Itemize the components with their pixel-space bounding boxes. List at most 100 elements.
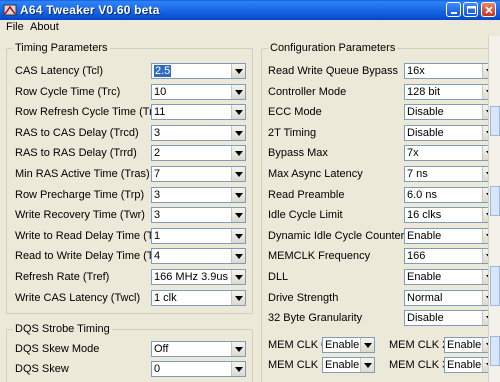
- menu-bar: File About: [0, 20, 500, 35]
- config-memclk-frequency-select[interactable]: 166: [404, 248, 497, 265]
- dropdown-button[interactable]: [231, 146, 245, 161]
- config-bypass-max-select[interactable]: 7x: [404, 145, 497, 162]
- dropdown-button[interactable]: [231, 249, 245, 264]
- dqs-dqs-skew-label: DQS Skew: [15, 363, 69, 375]
- dropdown-arrow-icon: [235, 233, 243, 239]
- config-32-byte-granularity-value: Disable: [407, 312, 444, 325]
- close-button[interactable]: [481, 2, 496, 17]
- config-bypass-max-value: 7x: [407, 147, 419, 160]
- scrollbar-thumb[interactable]: [490, 186, 500, 216]
- dropdown-button[interactable]: [231, 105, 245, 120]
- dropdown-button[interactable]: [231, 270, 245, 284]
- config-2t-timing-select[interactable]: Disable: [404, 124, 497, 141]
- mem-clk-0-select[interactable]: Enable: [322, 337, 375, 353]
- dropdown-arrow-icon: [235, 192, 243, 198]
- config-read-write-queue-bypass-select[interactable]: 16x: [404, 63, 497, 79]
- timing-write-to-read-delay-time-label: Write to Read Delay Time (Twtr): [15, 229, 172, 242]
- timing-write-recovery-time-select[interactable]: 3: [151, 207, 246, 224]
- timing-parameters-title: Timing Parameters: [13, 42, 110, 54]
- timing-write-recovery-time-label: Write Recovery Time (Twr): [15, 209, 145, 222]
- timing-row-cycle-time-select[interactable]: 10: [151, 83, 246, 100]
- config-dynamic-idle-cycle-counter-select[interactable]: Enable: [404, 227, 497, 244]
- config-32-byte-granularity-select[interactable]: Disable: [404, 310, 497, 327]
- mem-clk-1-label: MEM CLK 1: [268, 359, 328, 371]
- mem-clk-2-value: Enable: [447, 339, 482, 351]
- dropdown-button[interactable]: [231, 167, 245, 181]
- timing-cas-latency-select[interactable]: 2.5: [151, 63, 246, 79]
- dropdown-button[interactable]: [231, 84, 245, 99]
- config-dll-select[interactable]: Enable: [404, 269, 497, 285]
- scrollbar-thumb[interactable]: [490, 336, 500, 366]
- config-idle-cycle-limit-select[interactable]: 16 clks: [404, 207, 497, 224]
- dropdown-arrow-icon: [235, 347, 243, 352]
- mem-clk-1-value: Enable: [325, 359, 360, 371]
- config-2t-timing-value: Disable: [407, 126, 444, 139]
- dqs-dqs-skew-mode-label: DQS Skew Mode: [15, 343, 100, 355]
- dropdown-arrow-icon: [235, 275, 243, 280]
- dropdown-arrow-icon: [235, 69, 243, 74]
- dropdown-arrow-icon: [235, 151, 243, 157]
- config-read-preamble-select[interactable]: 6.0 ns: [404, 186, 497, 203]
- timing-row-cycle-time-label: Row Cycle Time (Trc): [15, 85, 121, 98]
- dropdown-button[interactable]: [231, 362, 245, 376]
- timing-write-recovery-time-value: 3: [154, 209, 161, 222]
- title-bar[interactable]: A64 Tweaker V0.60 beta: [0, 0, 500, 20]
- minimize-button[interactable]: [446, 2, 461, 17]
- configuration-parameters-title: Configuration Parameters: [268, 42, 398, 54]
- mem-clk-2-label: MEM CLK 2: [389, 339, 449, 351]
- dqs-dqs-skew-value: 0: [154, 363, 161, 375]
- maximize-button[interactable]: [463, 2, 478, 17]
- config-32-byte-granularity-label: 32 Byte Granularity: [268, 312, 363, 325]
- config-drive-strength-select[interactable]: Normal: [404, 289, 497, 306]
- dqs-dqs-skew-select[interactable]: 0: [151, 361, 246, 377]
- timing-ras-to-ras-delay-value: 2: [154, 147, 161, 160]
- vertical-scrollbar[interactable]: [488, 36, 500, 382]
- config-dll-label: DLL: [268, 271, 289, 283]
- timing-refresh-rate-select[interactable]: 166 MHz 3.9us: [151, 269, 246, 285]
- config-max-async-latency-select[interactable]: 7 ns: [404, 166, 497, 182]
- timing-ras-to-cas-delay-select[interactable]: 3: [151, 124, 246, 141]
- config-dynamic-idle-cycle-counter-label: Dynamic Idle Cycle Counter: [268, 229, 405, 242]
- maximize-icon: [467, 6, 476, 14]
- dropdown-button[interactable]: [231, 125, 245, 140]
- dropdown-button[interactable]: [231, 342, 245, 356]
- timing-cas-latency-label: CAS Latency (Tcl): [15, 65, 104, 77]
- config-ecc-mode-select[interactable]: Disable: [404, 104, 497, 121]
- timing-ras-to-ras-delay-label: RAS to RAS Delay (Trrd): [15, 147, 137, 160]
- timing-min-ras-active-time-select[interactable]: 7: [151, 166, 246, 182]
- timing-ras-to-ras-delay-select[interactable]: 2: [151, 145, 246, 162]
- mem-clk-0-label: MEM CLK 0: [268, 339, 328, 351]
- config-controller-mode-select[interactable]: 128 bit: [404, 83, 497, 100]
- dropdown-button[interactable]: [231, 208, 245, 223]
- timing-row-precharge-time-label: Row Precharge Time (Trp): [15, 188, 145, 201]
- scrollbar-thumb[interactable]: [490, 106, 500, 136]
- scrollbar-thumb[interactable]: [490, 266, 500, 306]
- timing-write-to-read-delay-time-select[interactable]: 1: [151, 227, 246, 244]
- dropdown-button[interactable]: [231, 187, 245, 202]
- timing-row-refresh-cycle-time-select[interactable]: 11: [151, 104, 246, 121]
- dqs-dqs-skew-mode-select[interactable]: Off: [151, 341, 246, 357]
- dropdown-arrow-icon: [235, 130, 243, 136]
- dropdown-button[interactable]: [360, 338, 374, 352]
- config-bypass-max-label: Bypass Max: [268, 147, 328, 160]
- config-ecc-mode-label: ECC Mode: [268, 106, 322, 119]
- menu-about[interactable]: About: [30, 21, 59, 33]
- menu-file[interactable]: File: [6, 21, 24, 33]
- config-dynamic-idle-cycle-counter-value: Enable: [407, 229, 442, 242]
- timing-row-precharge-time-select[interactable]: 3: [151, 186, 246, 203]
- timing-write-cas-latency-select[interactable]: 1 clk: [151, 289, 246, 306]
- mem-clk-1-select[interactable]: Enable: [322, 357, 375, 373]
- config-read-write-queue-bypass-label: Read Write Queue Bypass: [268, 65, 399, 77]
- dropdown-button[interactable]: [360, 358, 374, 372]
- timing-read-to-write-delay-time-select[interactable]: 4: [151, 248, 246, 265]
- config-ecc-mode-value: Disable: [407, 106, 444, 119]
- dropdown-arrow-icon: [364, 363, 372, 368]
- dropdown-button[interactable]: [231, 64, 245, 78]
- dropdown-button[interactable]: [231, 290, 245, 305]
- timing-ras-to-cas-delay-value: 3: [154, 126, 161, 139]
- mem-clk-3-value: Enable: [447, 359, 482, 371]
- timing-write-to-read-delay-time-value: 1: [154, 229, 161, 242]
- timing-read-to-write-delay-time-label: Read to Write Delay Time (Trtw): [15, 250, 172, 263]
- dropdown-button[interactable]: [231, 228, 245, 243]
- dropdown-arrow-icon: [235, 254, 243, 260]
